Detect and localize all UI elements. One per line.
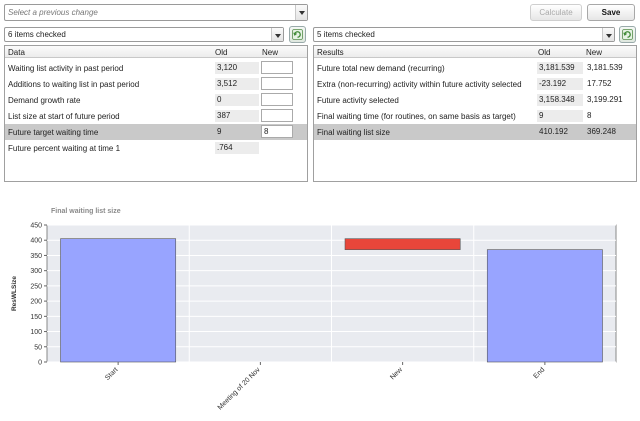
y-axis-label: ResWLSize bbox=[11, 276, 18, 311]
new-value: 17.752 bbox=[587, 79, 612, 88]
waterfall-chart: Final waiting list size 0 50 100 150 200 250 3… bbox=[0, 200, 640, 421]
old-value: 3,512 bbox=[215, 78, 259, 90]
x-tick-label: Meeting of 20 Nov bbox=[217, 366, 262, 411]
row-label: Final waiting time (for routines, on sam… bbox=[317, 112, 516, 121]
new-value: 3,199.291 bbox=[587, 95, 623, 104]
row-label: List size at start of future period bbox=[8, 112, 120, 121]
data-items-checked-label: 6 items checked bbox=[8, 30, 66, 39]
bar-new bbox=[344, 238, 461, 250]
row-label: Future activity selected bbox=[317, 96, 399, 105]
row-label: Future percent waiting at time 1 bbox=[8, 144, 121, 153]
results-items-checked-label: 5 items checked bbox=[317, 30, 375, 39]
new-value-input[interactable] bbox=[261, 93, 293, 106]
table-row-selected[interactable]: Future target waiting time 9 8 bbox=[5, 124, 307, 140]
old-value: 0 bbox=[215, 94, 259, 106]
row-label: Demand growth rate bbox=[8, 96, 81, 105]
chart-canvas: 0 50 100 150 200 250 300 350 400 450 Start Meeting … bbox=[11, 223, 617, 412]
table-row[interactable]: Additions to waiting list in past period… bbox=[5, 76, 307, 92]
results-table-header: Results Old New bbox=[314, 46, 636, 58]
x-tick-label: Start bbox=[104, 366, 119, 381]
y-tick-label: 250 bbox=[30, 283, 42, 290]
old-value: 3,120 bbox=[215, 62, 259, 74]
row-label: Future total new demand (recurring) bbox=[317, 64, 445, 73]
table-row[interactable]: Extra (non-recurring) activity within fu… bbox=[314, 76, 636, 92]
y-tick-label: 450 bbox=[30, 223, 42, 230]
x-tick-label: End bbox=[533, 366, 547, 380]
refresh-icon bbox=[292, 29, 303, 40]
old-value: -23.192 bbox=[537, 78, 583, 90]
chevron-down-icon[interactable] bbox=[295, 5, 307, 20]
column-header-old: Old bbox=[215, 48, 228, 57]
row-label: Waiting list activity in past period bbox=[8, 64, 124, 73]
chevron-down-icon[interactable] bbox=[602, 28, 614, 41]
calculate-button[interactable]: Calculate bbox=[530, 4, 582, 21]
table-row-selected[interactable]: Final waiting list size 410.192 369.248 bbox=[314, 124, 636, 140]
data-refresh-button[interactable] bbox=[289, 26, 306, 43]
results-items-select[interactable]: 5 items checked bbox=[313, 27, 615, 42]
results-panel-controls: 5 items checked bbox=[313, 26, 637, 43]
old-value: 9 bbox=[215, 126, 259, 138]
bar-end bbox=[486, 249, 603, 363]
results-refresh-button[interactable] bbox=[619, 26, 636, 43]
results-table: Results Old New Future total new demand … bbox=[313, 45, 637, 182]
old-value: 387 bbox=[215, 110, 259, 122]
column-header-new: New bbox=[262, 48, 279, 57]
old-value: .764 bbox=[215, 142, 259, 154]
x-tick-label: New bbox=[389, 366, 405, 382]
table-row[interactable]: Final waiting time (for routines, on sam… bbox=[314, 108, 636, 124]
y-tick-label: 50 bbox=[34, 344, 42, 351]
y-tick-label: 100 bbox=[30, 329, 42, 336]
y-tick-label: 0 bbox=[38, 360, 42, 367]
new-value-input[interactable]: 8 bbox=[261, 125, 293, 138]
old-value: 3,181.539 bbox=[537, 62, 583, 74]
old-value: 3,158.348 bbox=[537, 94, 583, 106]
data-panel-controls: 6 items checked bbox=[4, 26, 308, 43]
save-button[interactable]: Save bbox=[587, 4, 635, 21]
y-tick-label: 400 bbox=[30, 238, 42, 245]
table-row[interactable]: Future percent waiting at time 1 .764 bbox=[5, 140, 307, 156]
data-table-header: Data Old New bbox=[5, 46, 307, 58]
y-tick-label: 200 bbox=[30, 299, 42, 306]
row-label: Future target waiting time bbox=[8, 128, 99, 137]
row-label: Final waiting list size bbox=[317, 128, 390, 137]
chart-title: Final waiting list size bbox=[51, 208, 121, 215]
row-label: Additions to waiting list in past period bbox=[8, 80, 140, 89]
bar-start bbox=[60, 238, 177, 363]
column-header-results: Results bbox=[317, 48, 344, 57]
row-label: Extra (non-recurring) activity within fu… bbox=[317, 80, 522, 89]
y-tick-label: 150 bbox=[30, 314, 42, 321]
new-value: 8 bbox=[587, 111, 592, 120]
new-value-input[interactable] bbox=[261, 109, 293, 122]
table-row[interactable]: Future activity selected 3,158.348 3,199… bbox=[314, 92, 636, 108]
previous-change-placeholder: Select a previous change bbox=[8, 8, 98, 17]
refresh-icon bbox=[622, 29, 633, 40]
data-items-select[interactable]: 6 items checked bbox=[4, 27, 284, 42]
new-value-input[interactable] bbox=[261, 61, 293, 74]
chevron-down-icon[interactable] bbox=[271, 28, 283, 41]
old-value: 9 bbox=[537, 110, 583, 122]
old-value: 410.192 bbox=[537, 126, 583, 138]
new-value-input[interactable] bbox=[261, 77, 293, 90]
table-row[interactable]: Waiting list activity in past period 3,1… bbox=[5, 60, 307, 76]
table-row[interactable]: Demand growth rate 0 bbox=[5, 92, 307, 108]
column-header-new: New bbox=[586, 48, 603, 57]
new-value: 369.248 bbox=[587, 127, 616, 136]
data-table: Data Old New Waiting list activity in pa… bbox=[4, 45, 308, 182]
column-header-old: Old bbox=[538, 48, 551, 57]
toolbar: Select a previous change Calculate Save bbox=[0, 0, 640, 26]
table-row[interactable]: List size at start of future period 387 bbox=[5, 108, 307, 124]
y-tick-label: 350 bbox=[30, 253, 42, 260]
column-header-data: Data bbox=[8, 48, 25, 57]
new-value: 3,181.539 bbox=[587, 63, 623, 72]
table-row[interactable]: Future total new demand (recurring) 3,18… bbox=[314, 60, 636, 76]
y-tick-label: 300 bbox=[30, 268, 42, 275]
previous-change-select[interactable]: Select a previous change bbox=[4, 4, 308, 21]
